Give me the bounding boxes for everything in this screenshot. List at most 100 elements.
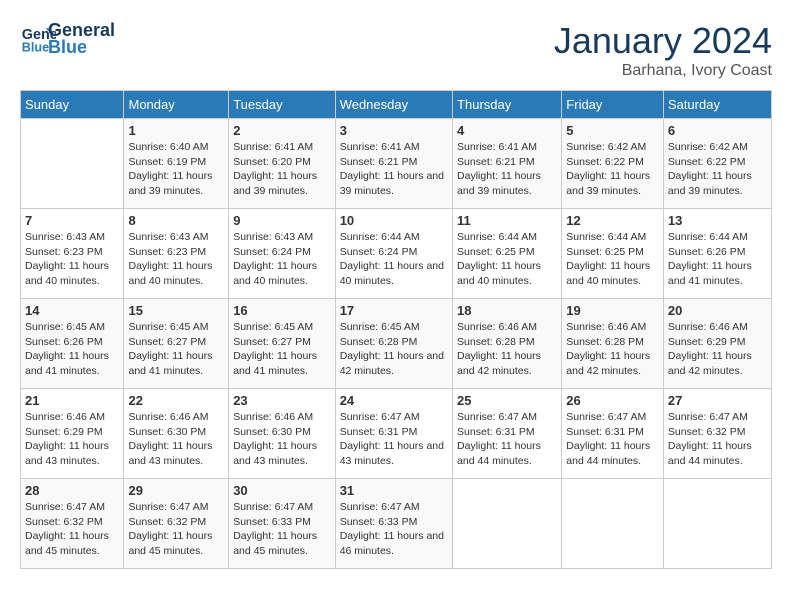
week-row-1: 1 Sunrise: 6:40 AMSunset: 6:19 PMDaylight…: [21, 119, 772, 209]
day-cell: 9 Sunrise: 6:43 AMSunset: 6:24 PMDaylight…: [229, 209, 336, 299]
day-cell: 31 Sunrise: 6:47 AMSunset: 6:33 PMDayligh…: [335, 479, 452, 569]
day-number: 28: [25, 483, 119, 498]
day-info: Sunrise: 6:44 AMSunset: 6:25 PMDaylight:…: [457, 230, 557, 289]
day-cell: 1 Sunrise: 6:40 AMSunset: 6:19 PMDaylight…: [124, 119, 229, 209]
day-number: 13: [668, 213, 767, 228]
day-info: Sunrise: 6:45 AMSunset: 6:27 PMDaylight:…: [128, 320, 224, 379]
day-info: Sunrise: 6:42 AMSunset: 6:22 PMDaylight:…: [566, 140, 659, 199]
day-number: 31: [340, 483, 448, 498]
logo: General Blue General Blue: [20, 20, 115, 58]
day-number: 8: [128, 213, 224, 228]
svg-text:Blue: Blue: [22, 41, 49, 55]
day-info: Sunrise: 6:46 AMSunset: 6:28 PMDaylight:…: [566, 320, 659, 379]
week-row-4: 21 Sunrise: 6:46 AMSunset: 6:29 PMDayligh…: [21, 389, 772, 479]
title-block: January 2024 Barhana, Ivory Coast: [554, 20, 772, 80]
day-info: Sunrise: 6:47 AMSunset: 6:31 PMDaylight:…: [340, 410, 448, 469]
day-number: 15: [128, 303, 224, 318]
day-info: Sunrise: 6:45 AMSunset: 6:26 PMDaylight:…: [25, 320, 119, 379]
day-cell: 20 Sunrise: 6:46 AMSunset: 6:29 PMDayligh…: [663, 299, 771, 389]
day-number: 5: [566, 123, 659, 138]
calendar-table: SundayMondayTuesdayWednesdayThursdayFrid…: [20, 90, 772, 569]
header-thursday: Thursday: [453, 91, 562, 119]
day-cell: 17 Sunrise: 6:45 AMSunset: 6:28 PMDayligh…: [335, 299, 452, 389]
day-info: Sunrise: 6:46 AMSunset: 6:30 PMDaylight:…: [233, 410, 331, 469]
day-cell: 29 Sunrise: 6:47 AMSunset: 6:32 PMDayligh…: [124, 479, 229, 569]
week-row-5: 28 Sunrise: 6:47 AMSunset: 6:32 PMDayligh…: [21, 479, 772, 569]
day-cell: [562, 479, 664, 569]
day-cell: 4 Sunrise: 6:41 AMSunset: 6:21 PMDaylight…: [453, 119, 562, 209]
day-info: Sunrise: 6:44 AMSunset: 6:26 PMDaylight:…: [668, 230, 767, 289]
header-monday: Monday: [124, 91, 229, 119]
month-title: January 2024: [554, 20, 772, 62]
day-number: 21: [25, 393, 119, 408]
day-info: Sunrise: 6:41 AMSunset: 6:20 PMDaylight:…: [233, 140, 331, 199]
day-info: Sunrise: 6:45 AMSunset: 6:28 PMDaylight:…: [340, 320, 448, 379]
day-cell: 2 Sunrise: 6:41 AMSunset: 6:20 PMDaylight…: [229, 119, 336, 209]
day-cell: [663, 479, 771, 569]
day-info: Sunrise: 6:44 AMSunset: 6:24 PMDaylight:…: [340, 230, 448, 289]
day-number: 26: [566, 393, 659, 408]
day-info: Sunrise: 6:43 AMSunset: 6:23 PMDaylight:…: [25, 230, 119, 289]
header-sunday: Sunday: [21, 91, 124, 119]
day-cell: 5 Sunrise: 6:42 AMSunset: 6:22 PMDaylight…: [562, 119, 664, 209]
day-number: 16: [233, 303, 331, 318]
day-cell: [453, 479, 562, 569]
header-wednesday: Wednesday: [335, 91, 452, 119]
day-cell: 21 Sunrise: 6:46 AMSunset: 6:29 PMDayligh…: [21, 389, 124, 479]
day-number: 30: [233, 483, 331, 498]
day-info: Sunrise: 6:47 AMSunset: 6:31 PMDaylight:…: [566, 410, 659, 469]
day-number: 23: [233, 393, 331, 408]
day-number: 17: [340, 303, 448, 318]
day-info: Sunrise: 6:44 AMSunset: 6:25 PMDaylight:…: [566, 230, 659, 289]
day-info: Sunrise: 6:40 AMSunset: 6:19 PMDaylight:…: [128, 140, 224, 199]
day-cell: 11 Sunrise: 6:44 AMSunset: 6:25 PMDayligh…: [453, 209, 562, 299]
day-info: Sunrise: 6:46 AMSunset: 6:29 PMDaylight:…: [668, 320, 767, 379]
week-row-2: 7 Sunrise: 6:43 AMSunset: 6:23 PMDaylight…: [21, 209, 772, 299]
day-number: 29: [128, 483, 224, 498]
day-number: 27: [668, 393, 767, 408]
location-subtitle: Barhana, Ivory Coast: [554, 62, 772, 80]
day-number: 2: [233, 123, 331, 138]
day-cell: 19Sunrise: 6:46 AMSunset: 6:28 PMDayligh…: [562, 299, 664, 389]
calendar-header-row: SundayMondayTuesdayWednesdayThursdayFrid…: [21, 91, 772, 119]
day-info: Sunrise: 6:47 AMSunset: 6:32 PMDaylight:…: [128, 500, 224, 559]
day-cell: 10Sunrise: 6:44 AMSunset: 6:24 PMDayligh…: [335, 209, 452, 299]
day-info: Sunrise: 6:43 AMSunset: 6:24 PMDaylight:…: [233, 230, 331, 289]
day-info: Sunrise: 6:47 AMSunset: 6:32 PMDaylight:…: [668, 410, 767, 469]
day-number: 9: [233, 213, 331, 228]
day-number: 12: [566, 213, 659, 228]
day-info: Sunrise: 6:47 AMSunset: 6:31 PMDaylight:…: [457, 410, 557, 469]
day-cell: 25Sunrise: 6:47 AMSunset: 6:31 PMDayligh…: [453, 389, 562, 479]
day-info: Sunrise: 6:46 AMSunset: 6:30 PMDaylight:…: [128, 410, 224, 469]
day-cell: 15 Sunrise: 6:45 AMSunset: 6:27 PMDayligh…: [124, 299, 229, 389]
day-info: Sunrise: 6:46 AMSunset: 6:28 PMDaylight:…: [457, 320, 557, 379]
day-info: Sunrise: 6:41 AMSunset: 6:21 PMDaylight:…: [340, 140, 448, 199]
day-number: 14: [25, 303, 119, 318]
day-number: 1: [128, 123, 224, 138]
day-cell: 8 Sunrise: 6:43 AMSunset: 6:23 PMDaylight…: [124, 209, 229, 299]
day-cell: 3Sunrise: 6:41 AMSunset: 6:21 PMDaylight…: [335, 119, 452, 209]
day-cell: [21, 119, 124, 209]
day-cell: 26 Sunrise: 6:47 AMSunset: 6:31 PMDayligh…: [562, 389, 664, 479]
week-row-3: 14 Sunrise: 6:45 AMSunset: 6:26 PMDayligh…: [21, 299, 772, 389]
day-number: 18: [457, 303, 557, 318]
day-info: Sunrise: 6:41 AMSunset: 6:21 PMDaylight:…: [457, 140, 557, 199]
day-info: Sunrise: 6:46 AMSunset: 6:29 PMDaylight:…: [25, 410, 119, 469]
day-cell: 18 Sunrise: 6:46 AMSunset: 6:28 PMDayligh…: [453, 299, 562, 389]
day-cell: 24 Sunrise: 6:47 AMSunset: 6:31 PMDayligh…: [335, 389, 452, 479]
day-cell: 13 Sunrise: 6:44 AMSunset: 6:26 PMDayligh…: [663, 209, 771, 299]
day-number: 11: [457, 213, 557, 228]
day-cell: 23 Sunrise: 6:46 AMSunset: 6:30 PMDayligh…: [229, 389, 336, 479]
day-number: 20: [668, 303, 767, 318]
logo-line2: Blue: [48, 37, 115, 58]
day-cell: 7 Sunrise: 6:43 AMSunset: 6:23 PMDaylight…: [21, 209, 124, 299]
day-info: Sunrise: 6:43 AMSunset: 6:23 PMDaylight:…: [128, 230, 224, 289]
day-number: 24: [340, 393, 448, 408]
day-cell: 6Sunrise: 6:42 AMSunset: 6:22 PMDaylight…: [663, 119, 771, 209]
day-number: 4: [457, 123, 557, 138]
day-info: Sunrise: 6:47 AMSunset: 6:32 PMDaylight:…: [25, 500, 119, 559]
day-cell: 16Sunrise: 6:45 AMSunset: 6:27 PMDayligh…: [229, 299, 336, 389]
day-cell: 30Sunrise: 6:47 AMSunset: 6:33 PMDayligh…: [229, 479, 336, 569]
day-info: Sunrise: 6:47 AMSunset: 6:33 PMDaylight:…: [340, 500, 448, 559]
day-number: 7: [25, 213, 119, 228]
